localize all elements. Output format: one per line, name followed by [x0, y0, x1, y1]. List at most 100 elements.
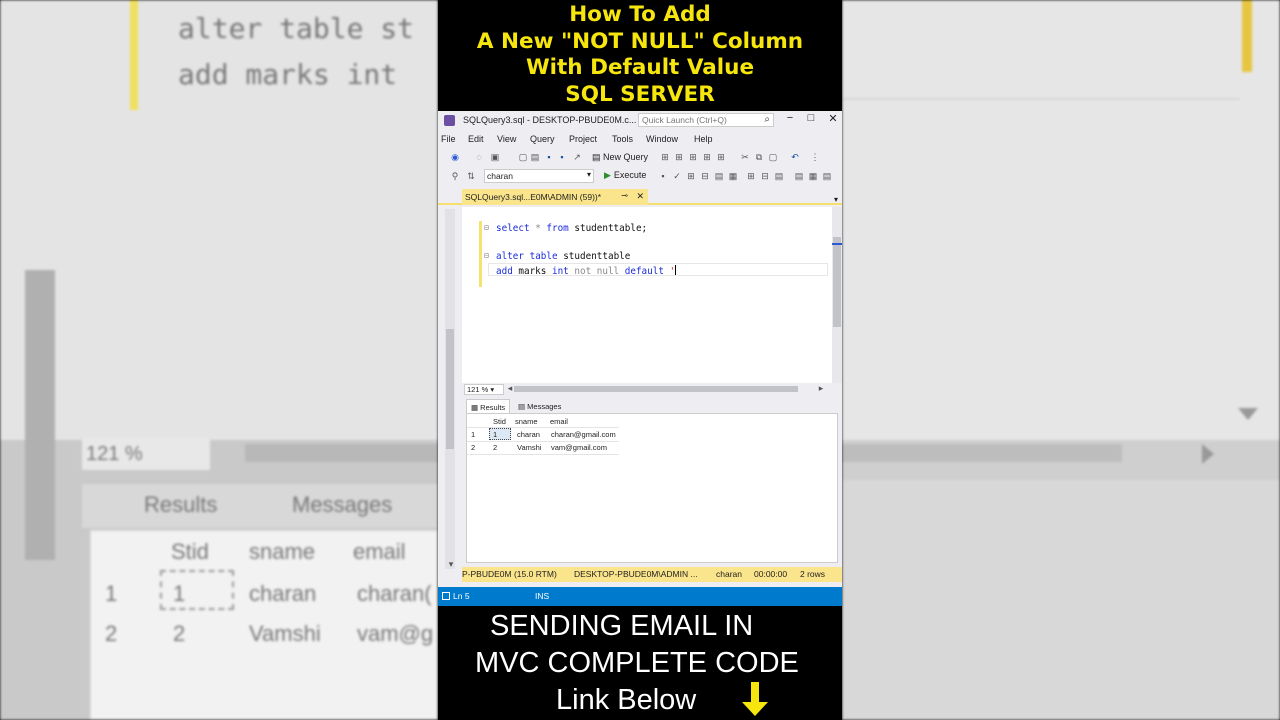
pin-icon[interactable]: ⊸ [621, 191, 628, 200]
menu-edit[interactable]: Edit [468, 134, 484, 144]
collapse-icon[interactable]: ⊟ [484, 223, 489, 232]
menu-bar: File Edit View Query Project Tools Windo… [438, 132, 842, 147]
kw-table: table [529, 251, 558, 262]
forward-icon[interactable]: ◌ [474, 152, 484, 162]
bg-r1-sname: charan [249, 581, 317, 606]
mdx-query-icon[interactable]: ⊞ [674, 152, 684, 162]
promo-line-2: MVC COMPLETE CODE [475, 647, 799, 679]
tab-messages[interactable]: ▤ Messages [514, 399, 565, 413]
title-line-2: A New "NOT NULL" Column [476, 28, 804, 54]
tab-results-label: Results [480, 403, 506, 412]
left-pane-scroll-thumb[interactable] [446, 329, 454, 449]
zoom-select[interactable]: 121 % ▾ [464, 384, 504, 395]
bg-zoom: 121 % [82, 438, 210, 470]
cell-sname[interactable]: Vamshi [517, 443, 541, 452]
scroll-right-icon[interactable]: ▸ [816, 383, 826, 393]
maximize-button[interactable]: □ [804, 112, 818, 124]
include-plan-icon[interactable]: ⊞ [746, 171, 756, 181]
database-selected-value: charan [487, 171, 513, 181]
parse-checkmark-icon[interactable]: ✓ [672, 171, 682, 181]
menu-project[interactable]: Project [569, 134, 597, 144]
code-star: * [529, 223, 547, 234]
tab-results[interactable]: ▦ Results [466, 399, 511, 413]
results-to-grid-icon[interactable]: ▦ [728, 171, 738, 181]
undo-icon[interactable]: ↶ [790, 152, 800, 162]
close-tab-icon[interactable]: ✕ [636, 191, 644, 202]
save-icon[interactable]: ▪ [544, 152, 554, 162]
menu-help[interactable]: Help [694, 134, 713, 144]
indent-icon[interactable]: ▤ [794, 171, 804, 181]
tab-sqlquery3[interactable]: SQLQuery3.sql...E0M\ADMIN (59))* ⊸ ✕ [462, 189, 648, 205]
cell-sname[interactable]: charan [517, 430, 540, 439]
dax-query-icon[interactable]: ⊞ [716, 152, 726, 162]
xmla-query-icon[interactable]: ⊞ [702, 152, 712, 162]
minimize-button[interactable]: − [783, 112, 797, 124]
column-header-email[interactable]: email [550, 417, 568, 426]
code-table-name: studenttable [557, 251, 631, 262]
bg-selected-cell [160, 570, 234, 610]
new-project-icon[interactable]: ▣ [490, 152, 500, 162]
status-database: charan [716, 569, 742, 579]
kw-select: select [496, 223, 530, 234]
pane-scroll-down-icon[interactable]: ▾ [446, 559, 456, 569]
client-stats-icon[interactable]: ⊟ [760, 171, 770, 181]
grid-toggle-icon[interactable]: ▦ [808, 171, 818, 181]
menu-view[interactable]: View [497, 134, 516, 144]
code-table-name: studenttable; [568, 223, 648, 234]
new-file-icon[interactable]: ▢ [518, 152, 528, 162]
copy-icon[interactable]: ⧉ [754, 152, 764, 162]
collapse-icon[interactable]: ⊟ [484, 251, 489, 260]
new-query-button[interactable]: ▤ New Query [592, 152, 648, 163]
cell-email[interactable]: charan@gmail.com [551, 430, 616, 439]
sql-editor[interactable]: ⊟ select * from studenttable; ⊟ alter ta… [462, 207, 832, 383]
ide-status-bar: Ln 5 INS [438, 587, 842, 606]
bg-r2-num: 2 [105, 621, 118, 646]
bg-scroll [245, 444, 438, 462]
menu-window[interactable]: Window [646, 134, 678, 144]
display-plan-icon[interactable]: ⊞ [686, 171, 696, 181]
comment-icon[interactable]: ▤ [774, 171, 784, 181]
query-status-bar: P-PBUDE0M (15.0 RTM) DESKTOP-PBUDE0M\ADM… [462, 567, 842, 582]
text-caret [675, 265, 677, 275]
database-select[interactable]: charan ▾ [484, 169, 594, 183]
column-header-sname[interactable]: sname [515, 417, 538, 426]
ssms-app-icon [444, 115, 455, 126]
bg-col-stid: Stid [171, 539, 209, 564]
change-connection-icon[interactable]: ⇅ [466, 171, 476, 181]
cell-stid[interactable]: 2 [493, 443, 497, 452]
quick-launch-input[interactable]: Quick Launch (Ctrl+Q) ⌕ [638, 113, 774, 127]
editor-vertical-scrollbar[interactable] [832, 207, 842, 383]
execute-button[interactable]: ▶ Execute [604, 170, 646, 181]
back-icon[interactable]: ◉ [450, 152, 460, 162]
background-right-blurred [842, 0, 1280, 720]
tab-dropdown-icon[interactable]: ▾ [834, 195, 838, 204]
outdent-icon[interactable]: ▤ [822, 171, 832, 181]
save-all-icon[interactable]: ▪ [557, 152, 567, 162]
bg-grid: Stid sname email 1 1 charan charan( 2 2 … [90, 530, 438, 720]
horizontal-scrollbar-thumb[interactable] [514, 386, 798, 392]
cell-stid[interactable]: 1 [493, 430, 497, 439]
results-grid: Stid sname email 1 1 charan charan@gmail… [466, 413, 838, 563]
undo-redo-icon[interactable]: ↗ [572, 152, 582, 162]
paste-icon[interactable]: ▢ [768, 152, 778, 162]
document-tab-row: SQLQuery3.sql...E0M\ADMIN (59))* ⊸ ✕ [438, 189, 842, 205]
dmx-query-icon[interactable]: ⊞ [688, 152, 698, 162]
menu-file[interactable]: File [441, 134, 456, 144]
results-to-text-icon[interactable]: ▤ [714, 171, 724, 181]
column-header-stid[interactable]: Stid [493, 417, 506, 426]
standard-toolbar: ◉ ◌ ▣ ▢ ▤ ▪ ▪ ↗ ▤ New Query ⊞ ⊞ ⊞ ⊞ ⊞ ✂ … [438, 149, 842, 166]
db-query-icon[interactable]: ⊞ [660, 152, 670, 162]
query-options-icon[interactable]: ⊟ [700, 171, 710, 181]
toolbar-overflow-icon[interactable]: ⋮ [810, 152, 820, 162]
cell-email[interactable]: vam@gmail.com [551, 443, 607, 452]
stop-icon[interactable]: ▪ [658, 171, 668, 181]
cut-icon[interactable]: ✂ [740, 152, 750, 162]
open-file-icon[interactable]: ▤ [530, 152, 540, 162]
menu-query[interactable]: Query [530, 134, 555, 144]
close-window-button[interactable]: ✕ [826, 112, 840, 125]
menu-tools[interactable]: Tools [612, 134, 633, 144]
connect-icon[interactable]: ⚲ [450, 171, 460, 181]
title-line-4: SQL SERVER [565, 81, 715, 107]
bg-right-line [842, 56, 1240, 100]
editor-scroll-thumb[interactable] [833, 237, 841, 327]
